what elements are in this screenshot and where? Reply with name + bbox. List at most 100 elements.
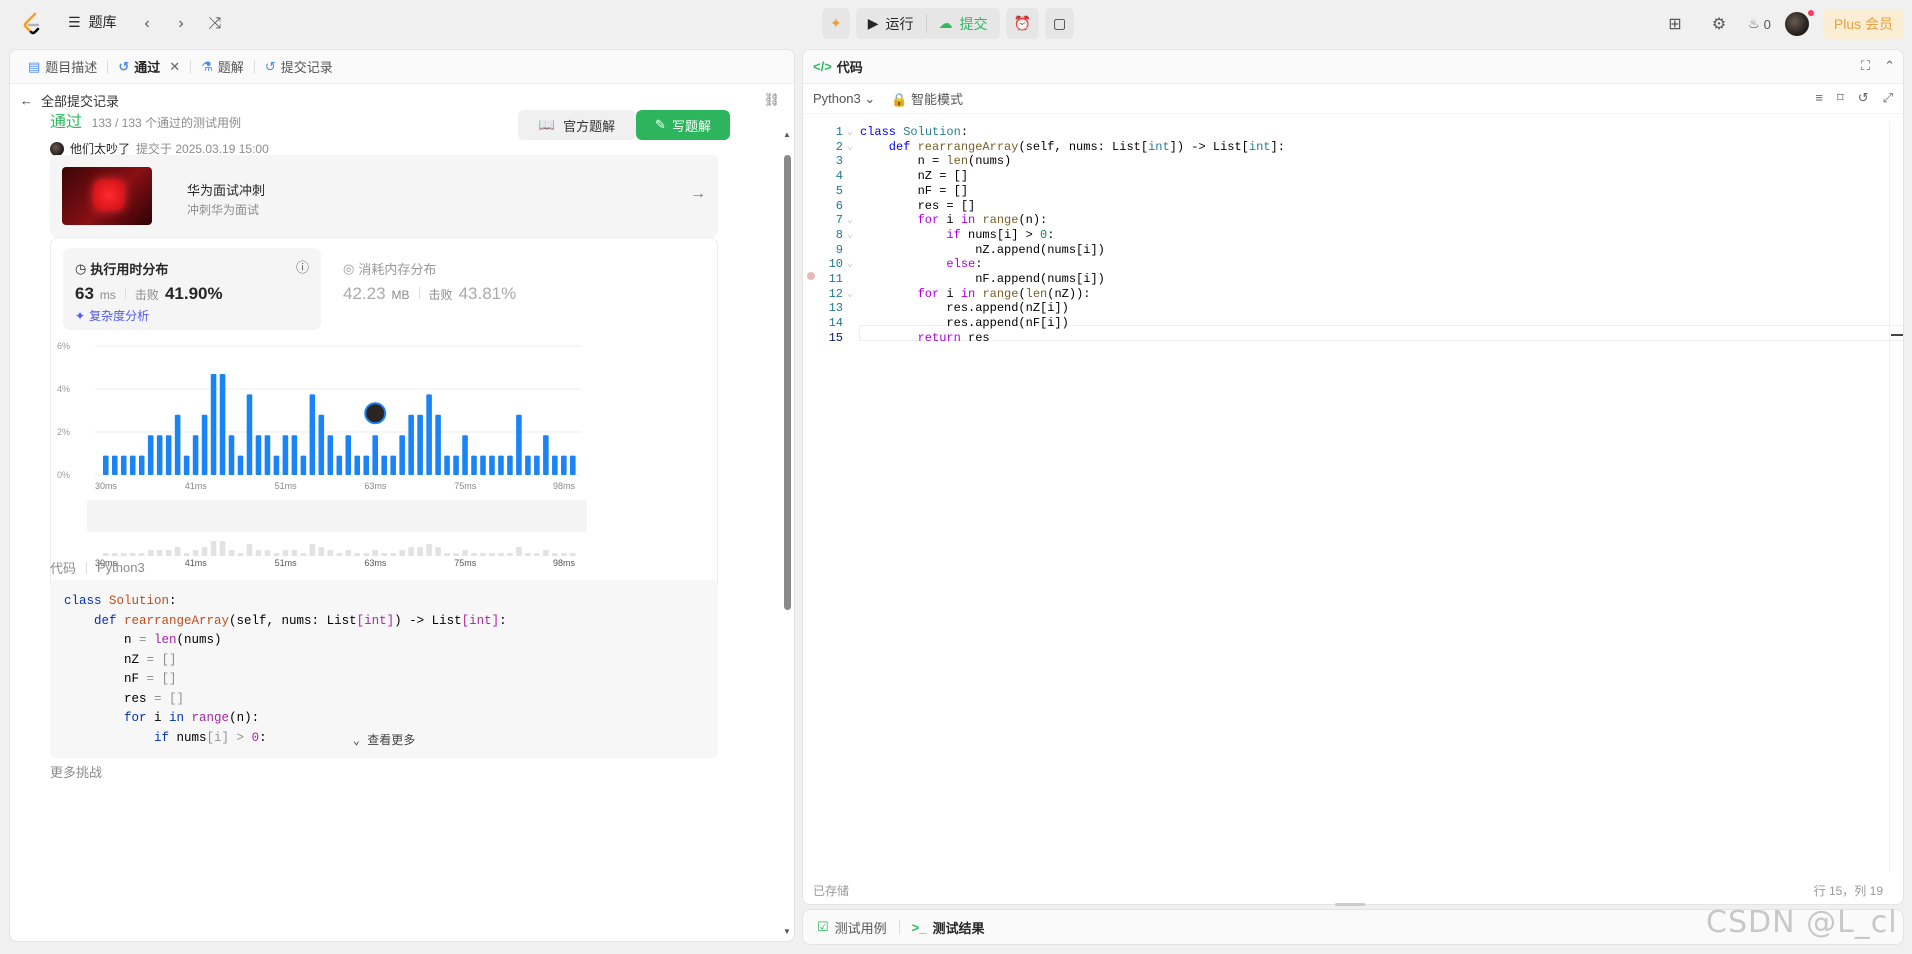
overview-bar bbox=[336, 553, 343, 556]
editor-panel: </> 代码 ⛶ ⌃ Python3 ⌄ 🔒 智能模式 ≡ ⌑ ↺ ⤢ 1 ⌄ cl… bbox=[802, 49, 1904, 905]
fold-chevron-icon[interactable]: ⌄ bbox=[847, 229, 853, 241]
submit-button[interactable]: ☁ 提交 bbox=[927, 8, 1000, 39]
breakpoint-marker[interactable] bbox=[807, 272, 815, 280]
fold-chevron-icon[interactable]: ⌄ bbox=[847, 126, 853, 138]
chart-bar bbox=[516, 414, 522, 475]
chart-bar bbox=[327, 435, 334, 475]
testcase-count: 133 / 133 个通过的测试用例 bbox=[91, 116, 242, 130]
chart-bar bbox=[534, 455, 540, 475]
tab-testcases-label: 测试用例 bbox=[834, 920, 887, 936]
leetcode-logo-icon[interactable] bbox=[18, 10, 46, 38]
fold-chevron-icon[interactable]: ⌄ bbox=[847, 141, 853, 153]
complexity-label: 复杂度分析 bbox=[89, 309, 150, 323]
code-line: class Solution: bbox=[860, 125, 969, 139]
panel-resize-handle[interactable] bbox=[1335, 903, 1365, 906]
fold-chevron-icon[interactable]: ⌄ bbox=[847, 258, 853, 270]
tab-accepted[interactable]: ↺ 通过 ✕ bbox=[112, 50, 186, 84]
smart-mode-toggle[interactable]: 🔒 智能模式 bbox=[891, 89, 963, 108]
settings-gear-icon[interactable]: ⚙ bbox=[1704, 9, 1734, 39]
run-button[interactable]: ▶ 运行 bbox=[856, 8, 926, 39]
layout-grid-icon[interactable]: ⊞ bbox=[1660, 9, 1690, 39]
language-value: Python3 bbox=[813, 90, 861, 106]
overview-bar bbox=[480, 553, 486, 556]
tab-test-results[interactable]: >_ 测试结果 bbox=[912, 918, 985, 937]
overview-bar bbox=[372, 550, 379, 556]
info-icon[interactable]: ⓘ bbox=[296, 257, 309, 276]
chart-bar bbox=[246, 394, 253, 475]
memory-value: 42.23 bbox=[343, 284, 386, 303]
prev-problem-icon[interactable]: ‹ bbox=[132, 9, 162, 39]
tab-submissions[interactable]: ↺ 提交记录 bbox=[259, 50, 339, 84]
official-solution-button[interactable]: 📖 官方题解 bbox=[518, 110, 636, 140]
memory-box[interactable]: ◎ 消耗内存分布 42.23 MB 击败 43.81% bbox=[341, 248, 541, 330]
code-line: for i in range(len(nZ)): bbox=[860, 286, 1091, 301]
chart-bar bbox=[192, 435, 199, 475]
editor-scrollbar-track[interactable] bbox=[1889, 122, 1903, 872]
chip-icon: ◎ bbox=[343, 260, 355, 276]
bookmark-icon[interactable]: ⌑ bbox=[1837, 90, 1844, 106]
more-challenges-heading: 更多挑战 bbox=[50, 765, 103, 780]
tab-description[interactable]: ▤ 题目描述 bbox=[22, 50, 103, 84]
overview-bar bbox=[228, 550, 235, 556]
user-position-avatar bbox=[364, 402, 387, 425]
x-tick-label: 98ms bbox=[553, 481, 576, 491]
problem-library-link[interactable]: ☰ 题库 bbox=[68, 12, 117, 32]
flask-icon: ⚗ bbox=[201, 58, 213, 74]
plus-membership-button[interactable]: Plus 会员 bbox=[1822, 9, 1904, 39]
debug-button[interactable]: ✦ bbox=[822, 8, 850, 39]
overview-tick-label: 75ms bbox=[454, 558, 477, 568]
chart-bar bbox=[552, 455, 558, 475]
chevrons-down-icon: ⌄ bbox=[352, 734, 360, 748]
reset-icon[interactable]: ↺ bbox=[1858, 90, 1869, 106]
code-line: nF = [] bbox=[860, 183, 969, 198]
chart-bar bbox=[147, 435, 154, 475]
checkbox-icon: ☑ bbox=[817, 919, 829, 934]
overview-bar bbox=[282, 550, 289, 556]
code-line: if nums[i] > 0: bbox=[860, 227, 1055, 242]
fold-chevron-icon[interactable]: ⌄ bbox=[847, 214, 853, 226]
complexity-analysis-link[interactable]: ✦ 复杂度分析 bbox=[75, 307, 149, 324]
line-number: 10 bbox=[828, 257, 843, 272]
runtime-value: 63 bbox=[75, 284, 94, 303]
format-icon[interactable]: ≡ bbox=[1815, 90, 1823, 106]
sparkle-icon: ✦ bbox=[75, 308, 86, 323]
runtime-box[interactable]: ◷ 执行用时分布 ⓘ 63 ms 击败 41.90% ✦ 复杂度分析 bbox=[63, 248, 321, 330]
run-label: 运行 bbox=[885, 15, 914, 32]
tab-solutions[interactable]: ⚗ 题解 bbox=[195, 50, 250, 84]
memory-beats-label: 击败 bbox=[428, 288, 453, 302]
maximize-icon[interactable]: ⛶ bbox=[1861, 58, 1870, 74]
overview-bar bbox=[525, 553, 531, 556]
streak-counter[interactable]: ♨ 0 bbox=[1748, 16, 1771, 32]
chart-bar bbox=[570, 455, 576, 475]
terminal-icon: >_ bbox=[911, 919, 927, 935]
tab-testcases[interactable]: ☑ 测试用例 bbox=[817, 918, 887, 937]
code-editor[interactable]: 1 ⌄ class Solution: 2 ⌄ def rearrangeArray(s… bbox=[803, 122, 1903, 452]
next-problem-icon[interactable]: › bbox=[166, 9, 196, 39]
overview-tick-label: 98ms bbox=[553, 558, 576, 568]
overview-bar bbox=[129, 553, 136, 556]
line-number: 4 bbox=[835, 169, 843, 184]
expand-icon[interactable]: ⤢ bbox=[1883, 90, 1893, 106]
collapse-icon[interactable]: ⌃ bbox=[1884, 58, 1895, 74]
random-problem-icon[interactable]: ⤨ bbox=[200, 9, 230, 39]
link-icon[interactable]: ⛓ bbox=[763, 92, 780, 108]
promo-banner[interactable]: 华为面试冲刺 冲刺华为面试 → bbox=[50, 155, 718, 237]
write-solution-button[interactable]: ✎ 写题解 bbox=[636, 110, 730, 140]
top-bar: ☰ 题库 ‹ › ⤨ ✦ ▶ 运行 ☁ 提交 ⏰ ▢ ⊞ ⚙ ♨ 0 Plus … bbox=[0, 0, 1912, 48]
view-more-button[interactable]: ⌄ 查看更多 bbox=[50, 732, 718, 752]
user-avatar[interactable] bbox=[1784, 10, 1814, 36]
close-tab-icon[interactable]: ✕ bbox=[169, 59, 180, 75]
chart-bar bbox=[561, 455, 567, 475]
notes-button[interactable]: ▢ bbox=[1044, 8, 1075, 39]
chart-bar bbox=[480, 455, 486, 475]
runtime-distribution-chart: 0%2%4%6%30ms30ms41ms41ms51ms51ms63ms63ms… bbox=[57, 341, 587, 568]
left-scrollbar[interactable]: ▲ ▼ bbox=[783, 130, 791, 936]
fold-chevron-icon[interactable]: ⌄ bbox=[847, 288, 853, 300]
timer-button[interactable]: ⏰ bbox=[1005, 8, 1039, 39]
code-line: res.append(nZ[i]) bbox=[860, 301, 1069, 316]
memory-beats: 43.81% bbox=[458, 284, 517, 303]
line-number: 9 bbox=[835, 242, 843, 257]
language-select[interactable]: Python3 ⌄ bbox=[813, 91, 875, 107]
y-tick-label: 4% bbox=[57, 384, 70, 394]
banner-subtitle: 冲刺华为面试 bbox=[187, 203, 260, 217]
